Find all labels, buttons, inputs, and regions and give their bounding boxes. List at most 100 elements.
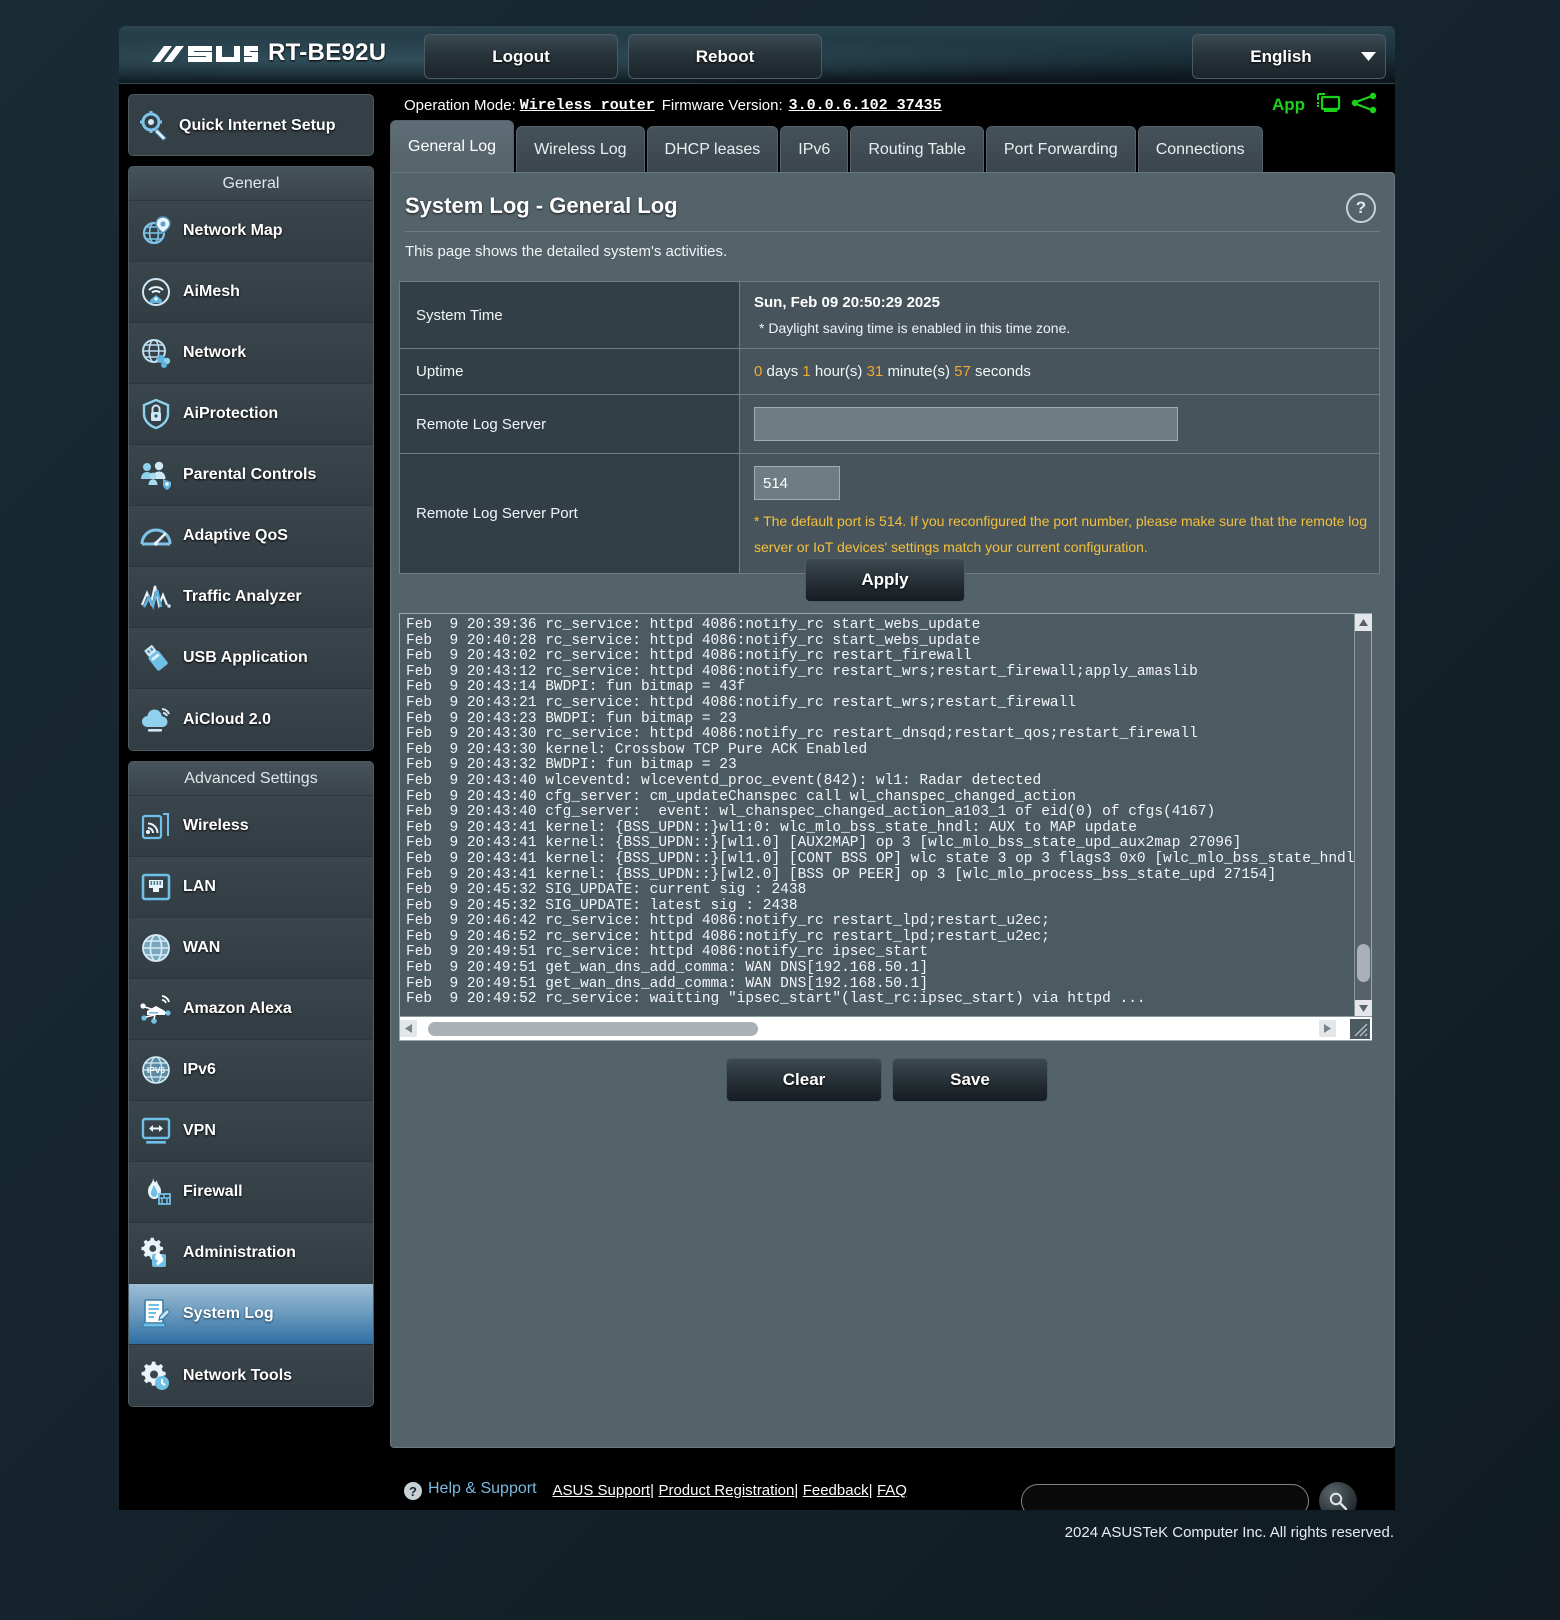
textarea-resize-handle[interactable] [1350,1019,1370,1039]
sidebar-item-network[interactable]: Network [129,323,373,384]
share-network-icon[interactable] [1351,92,1379,118]
usb-icon [129,642,183,674]
sidebar-item-label: AiMesh [183,283,240,301]
clear-button[interactable]: Clear [726,1058,882,1102]
sidebar-item-traffic-analyzer[interactable]: Traffic Analyzer [129,567,373,628]
log-vertical-scroll-thumb[interactable] [1357,944,1370,982]
sidebar-item-label: Parental Controls [183,466,316,484]
firmware-version-value[interactable]: 3.0.0.6.102_37435 [789,97,942,114]
sidebar-item-label: USB Application [183,649,308,667]
uptime-days-unit: days [767,363,799,380]
sidebar-item-usb-application[interactable]: USB Application [129,628,373,689]
remote-log-server-input[interactable] [754,407,1178,441]
sidebar-item-ipv6[interactable]: IPV6 IPv6 [129,1040,373,1101]
uptime-hours-unit: hour(s) [815,363,863,380]
sidebar-item-label: Network [183,344,246,362]
tab-connections[interactable]: Connections [1138,126,1263,172]
language-selector[interactable]: English [1192,34,1386,79]
link-faq[interactable]: FAQ [877,1482,907,1499]
sidebar-item-amazon-alexa[interactable]: Amazon Alexa [129,979,373,1040]
uptime-cell: 0 days 1 hour(s) 31 minute(s) 57 seconds [740,349,1380,395]
sidebar-item-label: Network Tools [183,1367,292,1385]
sidebar-item-vpn[interactable]: VPN [129,1101,373,1162]
sidebar-item-wan[interactable]: WAN [129,918,373,979]
sidebar-item-aimesh[interactable]: AiMesh [129,262,373,323]
link-separator-2: | [794,1482,798,1499]
sidebar-item-label: Network Map [183,222,283,240]
uptime-label: Uptime [400,349,740,395]
link-product-registration[interactable]: Product Registration [658,1482,794,1499]
tab-ipv6[interactable]: IPv6 [780,126,848,172]
scroll-down-arrow-icon[interactable] [1355,1000,1372,1017]
sidebar-item-label: Adaptive QoS [183,527,288,545]
sidebar-item-network-map[interactable]: Network Map [129,201,373,262]
sidebar-item-label: Administration [183,1244,296,1262]
sidebar-item-system-log[interactable]: System Log [129,1284,373,1345]
cloud-icon [129,704,183,736]
system-time-value: Sun, Feb 09 20:50:29 2025 [754,294,1379,311]
tab-wireless-log[interactable]: Wireless Log [516,126,644,172]
footer: ? Help & Support ASUS Support| Product R… [390,1466,1395,1510]
sidebar-item-parental-controls[interactable]: Parental Controls [129,445,373,506]
operation-mode-value[interactable]: Wireless router [520,97,655,114]
remote-log-server-cell [740,395,1380,454]
title-divider [405,231,1380,232]
help-icon[interactable]: ? [1346,193,1376,223]
sidebar-item-lan[interactable]: LAN [129,857,373,918]
uptime-minutes-unit: minute(s) [887,363,950,380]
log-horizontal-scroll-thumb[interactable] [428,1022,758,1036]
sidebar-item-label: Firewall [183,1183,243,1201]
quick-setup-label: Quick Internet Setup [179,116,341,135]
quick-setup-icon [129,109,179,141]
lan-port-icon [129,871,183,903]
sidebar-item-adaptive-qos[interactable]: Adaptive QoS [129,506,373,567]
log-horizontal-scrollbar[interactable] [400,1016,1372,1040]
page-title: System Log - General Log [405,193,678,219]
tab-dhcp-leases[interactable]: DHCP leases [647,126,779,172]
gear-wrench-icon [129,1237,183,1269]
sidebar-item-aicloud[interactable]: AiCloud 2.0 [129,689,373,750]
sidebar-item-wireless[interactable]: Wireless [129,796,373,857]
search-input[interactable] [1021,1484,1309,1510]
remote-log-server-label: Remote Log Server [400,395,740,454]
system-log-textarea[interactable]: Feb 9 20:39:36 rc_service: httpd 4086:no… [399,613,1372,1041]
sidebar-item-firewall[interactable]: Firewall [129,1162,373,1223]
sidebar-item-network-tools[interactable]: Network Tools [129,1345,373,1406]
sidebar-item-quick-internet-setup[interactable]: Quick Internet Setup [128,94,374,156]
sidebar-item-administration[interactable]: Administration [129,1223,373,1284]
uptime-hours: 1 [802,363,810,380]
sidebar-item-aiprotection[interactable]: AiProtection [129,384,373,445]
apply-button[interactable]: Apply [805,558,965,602]
link-feedback[interactable]: Feedback [803,1482,869,1499]
sidebar-item-label: System Log [183,1305,274,1323]
gauge-icon [129,520,183,552]
scroll-right-arrow-icon[interactable] [1319,1020,1336,1037]
link-asus-support[interactable]: ASUS Support [553,1482,651,1499]
shield-lock-icon [129,398,183,430]
sidebar-item-label: VPN [183,1122,216,1140]
screen-mirror-icon[interactable] [1315,92,1341,118]
top-banner: RT-BE92U Logout Reboot English [119,26,1395,84]
traffic-analyzer-icon [129,581,183,613]
sidebar-item-label: Amazon Alexa [183,1000,292,1018]
sidebar-item-label: Traffic Analyzer [183,588,302,606]
network-map-icon [129,215,183,247]
tab-port-forwarding[interactable]: Port Forwarding [986,126,1136,172]
remote-log-port-input[interactable] [754,466,840,500]
log-vertical-scrollbar[interactable] [1354,614,1371,1017]
tab-routing-table[interactable]: Routing Table [850,126,984,172]
search-button[interactable] [1319,1482,1357,1510]
reboot-button[interactable]: Reboot [628,34,822,79]
save-button[interactable]: Save [892,1058,1048,1102]
network-tools-icon [129,1360,183,1392]
logout-button[interactable]: Logout [424,34,618,79]
sidebar-advanced-title: Advanced Settings [129,762,373,796]
sidebar-item-label: IPv6 [183,1061,216,1079]
scroll-up-arrow-icon[interactable] [1355,614,1372,631]
scroll-left-arrow-icon[interactable] [400,1020,417,1037]
search-icon [1328,1491,1348,1510]
system-time-cell: Sun, Feb 09 20:50:29 2025 * Daylight sav… [740,282,1380,349]
router-admin-window: RT-BE92U Logout Reboot English Operation… [119,26,1395,1510]
dst-note: * Daylight saving time is enabled in thi… [754,320,1379,336]
tab-general-log[interactable]: General Log [390,120,514,172]
